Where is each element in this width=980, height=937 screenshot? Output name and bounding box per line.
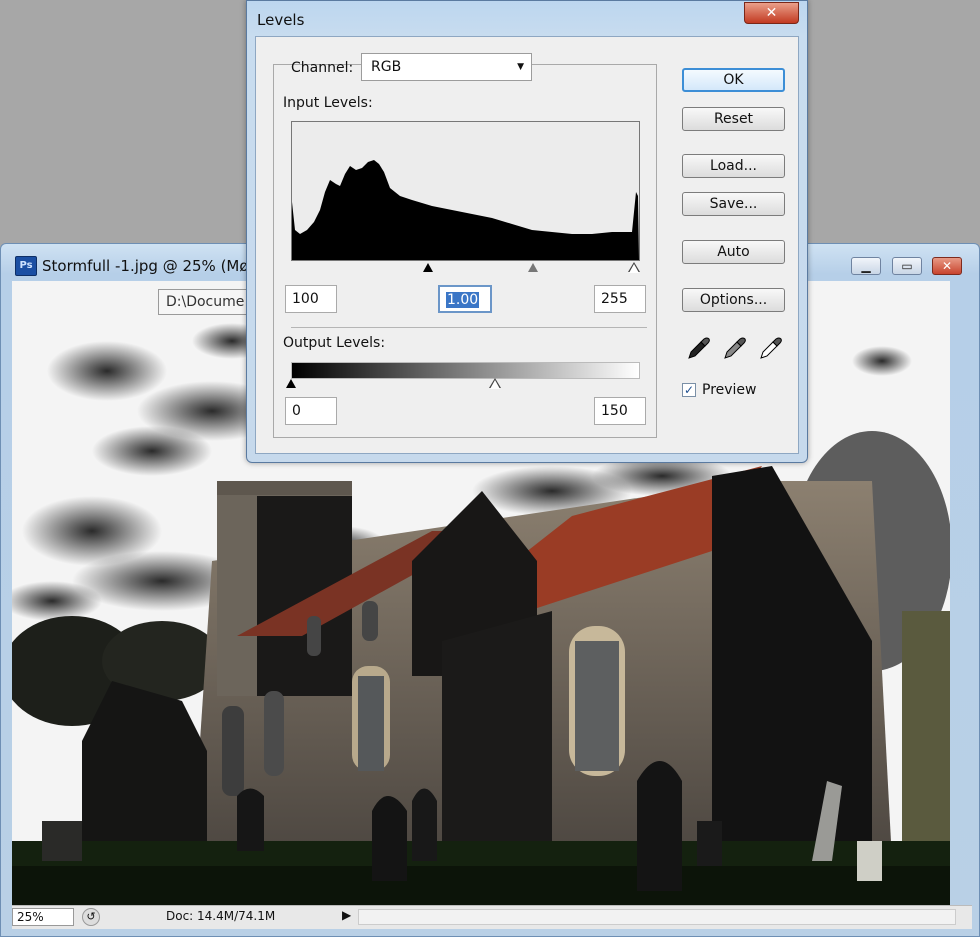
dialog-title: Levels (257, 11, 305, 29)
divider (291, 327, 647, 328)
status-menu-arrow[interactable]: ▶ (342, 908, 351, 922)
white-eyedropper-icon[interactable] (758, 335, 784, 361)
save-button[interactable]: Save... (682, 192, 785, 216)
output-black-field[interactable]: 0 (285, 397, 337, 425)
preview-checkbox[interactable]: ✓ (682, 383, 696, 397)
photoshop-icon: Ps (15, 256, 37, 276)
input-levels-label: Input Levels: (283, 95, 373, 111)
gray-eyedropper-icon[interactable] (722, 335, 748, 361)
channel-value: RGB (371, 59, 402, 75)
input-gamma-slider[interactable] (528, 263, 538, 272)
navigator-icon[interactable]: ↺ (82, 908, 100, 926)
input-white-field[interactable]: 255 (594, 285, 646, 313)
load-button[interactable]: Load... (682, 154, 785, 178)
doc-info: Doc: 14.4M/74.1M (166, 909, 276, 923)
reset-button[interactable]: Reset (682, 107, 785, 131)
output-white-slider[interactable] (490, 380, 500, 389)
input-gamma-value: 1.00 (446, 292, 480, 308)
channel-select[interactable]: RGB ▼ (361, 53, 532, 81)
zoom-field[interactable]: 25% (12, 908, 74, 926)
output-black-slider[interactable] (286, 379, 296, 388)
input-black-slider[interactable] (423, 263, 433, 272)
input-slider-track[interactable] (291, 261, 640, 275)
dialog-body: Channel: RGB ▼ Input Levels: 100 1.00 25… (255, 36, 799, 454)
close-icon[interactable]: ✕ (744, 2, 799, 24)
minimize-icon[interactable]: ▁ (851, 257, 881, 275)
document-title: Stormfull -1.jpg @ 25% (Mør (42, 257, 255, 275)
close-icon[interactable]: ✕ (932, 257, 962, 275)
restore-icon[interactable]: ▭ (892, 257, 922, 275)
output-white-field[interactable]: 150 (594, 397, 646, 425)
auto-button[interactable]: Auto (682, 240, 785, 264)
chevron-down-icon: ▼ (517, 62, 524, 72)
status-bar: 25% ↺ Doc: 14.4M/74.1M ▶ (12, 905, 972, 929)
black-eyedropper-icon[interactable] (686, 335, 712, 361)
input-gamma-field[interactable]: 1.00 (438, 285, 492, 313)
histogram (291, 121, 640, 261)
ok-button[interactable]: OK (682, 68, 785, 92)
output-gradient-bar (291, 362, 640, 379)
horizontal-scrollbar[interactable] (358, 909, 956, 925)
options-button[interactable]: Options... (682, 288, 785, 312)
path-tooltip: D:\Docume (158, 289, 258, 315)
output-levels-label: Output Levels: (283, 335, 386, 351)
input-white-slider[interactable] (629, 264, 639, 273)
preview-label: Preview (702, 382, 757, 398)
levels-dialog: Levels ✕ Channel: RGB ▼ Input Levels: 10… (246, 0, 808, 463)
input-black-field[interactable]: 100 (285, 285, 337, 313)
channel-label: Channel: (291, 60, 354, 76)
